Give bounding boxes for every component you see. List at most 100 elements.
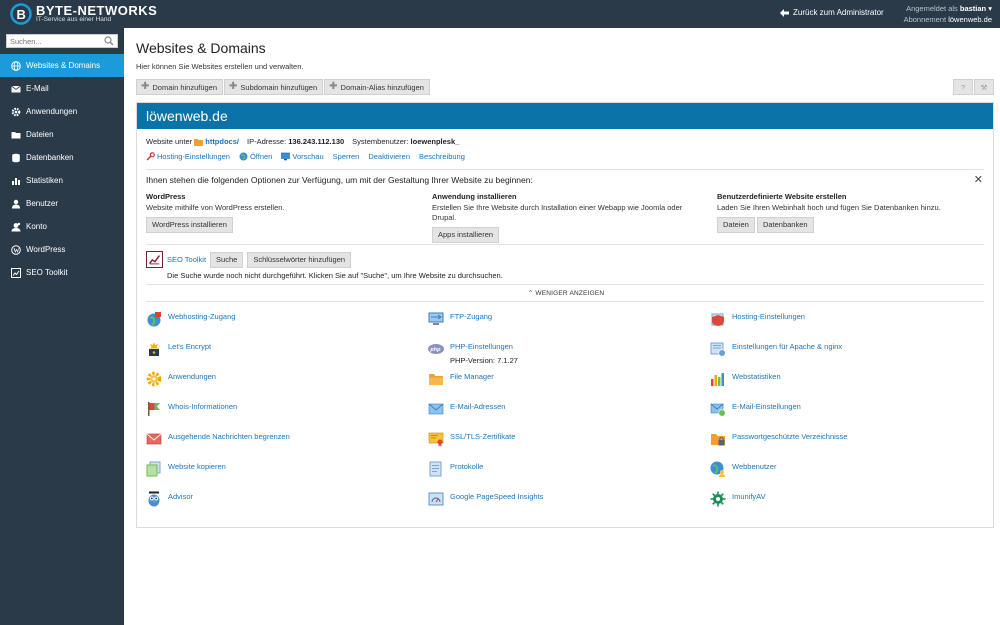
top-bar: B BYTE-NETWORKS IT-Service aus einer Han… [0, 0, 1000, 28]
show-less-toggle[interactable]: ⌃ WENIGER ANZEIGEN [137, 289, 995, 297]
tool-imunifyav[interactable]: ImunifyAV [710, 491, 970, 507]
tool-label: Einstellungen für Apache & nginx [732, 342, 843, 351]
tool-limit-outgoing-messages[interactable]: Ausgehende Nachrichten begrenzen [146, 431, 406, 447]
tool-label: Webstatistiken [732, 372, 781, 381]
tool-copy-website[interactable]: Website kopieren [146, 461, 406, 477]
suspend-link[interactable]: Sperren [333, 152, 360, 161]
tool-lets-encrypt[interactable]: Let's Encrypt [146, 341, 406, 357]
tool-applications[interactable]: Anwendungen [146, 371, 406, 387]
tool-logs[interactable]: Protokolle [428, 461, 688, 477]
user-info: Angemeldet als bastian ▾ Abonnement löwe… [904, 3, 992, 25]
tool-label: Website kopieren [168, 462, 226, 471]
tool-google-pagespeed-insights[interactable]: Google PageSpeed Insights [428, 491, 688, 507]
sidebar-item-statistics[interactable]: Statistiken [0, 169, 124, 192]
tool-ssl-tls-certificates[interactable]: SSL/TLS-Zertifikate [428, 431, 688, 447]
seo-search-button[interactable]: Suche [210, 251, 244, 268]
sidebar-search [6, 34, 118, 48]
ip-value: 136.243.112.130 [288, 137, 345, 146]
whois-flag-icon [148, 402, 160, 416]
sidebar-item-email[interactable]: E-Mail [0, 77, 124, 100]
add-subdomain-label: Subdomain hinzufügen [240, 82, 318, 92]
tool-label: Hosting-Einstellungen [732, 312, 805, 321]
action-label: Öffnen [249, 152, 273, 161]
lets-encrypt-icon [149, 342, 159, 356]
account-icon [11, 222, 21, 231]
tool-advisor[interactable]: Advisor [146, 491, 406, 507]
subscription-value[interactable]: löwenweb.de [948, 15, 992, 24]
help-icon: ? [960, 82, 966, 92]
seo-chart-icon [11, 267, 21, 278]
web-statistics-icon [711, 373, 724, 386]
settings-button[interactable]: ⚒ [974, 79, 994, 95]
option-title: Benutzerdefinierte Website erstellen [717, 192, 847, 201]
tool-email-addresses[interactable]: E-Mail-Adressen [428, 401, 688, 417]
sidebar-item-users[interactable]: Benutzer [0, 192, 124, 215]
seo-toolkit-link[interactable]: SEO Toolkit [167, 255, 206, 264]
description-link[interactable]: Beschreibung [419, 152, 465, 161]
tool-web-statistics[interactable]: Webstatistiken [710, 371, 970, 387]
tool-label: Whois-Informationen [168, 402, 238, 411]
tool-webhosting-access[interactable]: Webhosting-Zugang [146, 311, 406, 327]
install-apps-button[interactable]: Apps installieren [432, 227, 500, 243]
action-label: Sperren [332, 152, 360, 161]
tool-hosting-settings[interactable]: Hosting-Einstellungen [710, 311, 970, 327]
deactivate-link[interactable]: Deaktivieren [368, 152, 410, 161]
search-icon[interactable] [104, 36, 114, 46]
limit-outgoing-messages-icon [146, 433, 162, 445]
option-description: Erstellen Sie Ihre Website durch Install… [432, 203, 683, 222]
sidebar-item-websites-domains[interactable]: Websites & Domains [0, 54, 124, 77]
add-domain-alias-button[interactable]: ✚ Domain-Alias hinzufügen [324, 79, 430, 95]
tool-php-settings[interactable]: php PHP-Einstellungen PHP-Version: 7.1.27 [428, 341, 688, 367]
add-keywords-button[interactable]: Schlüsselwörter hinzufügen [247, 251, 352, 268]
seo-toolkit-icon [146, 251, 163, 268]
add-subdomain-button[interactable]: ✚ Subdomain hinzufügen [224, 79, 324, 95]
back-to-admin-link[interactable]: Zurück zum Administrator [780, 8, 884, 17]
docroot-link[interactable]: httpdocs/ [205, 137, 239, 146]
applications-gear-icon [146, 371, 162, 387]
page-description: Hier können Sie Websites erstellen und v… [136, 62, 304, 71]
tool-label: Google PageSpeed Insights [450, 492, 544, 501]
sidebar-item-seo-toolkit[interactable]: SEO Toolkit [0, 261, 124, 284]
close-icon[interactable]: ✕ [974, 173, 983, 186]
sidebar-item-applications[interactable]: Anwendungen [0, 100, 124, 123]
sidebar-item-wordpress[interactable]: W WordPress [0, 238, 124, 261]
preview-link[interactable]: Vorschau [281, 152, 324, 161]
tool-web-users[interactable]: Webbenutzer [710, 461, 970, 477]
divider [146, 169, 984, 170]
sidebar-item-label: WordPress [26, 245, 66, 254]
svg-text:B: B [17, 7, 26, 22]
tool-file-manager[interactable]: File Manager [428, 371, 688, 387]
sidebar-item-databases[interactable]: Datenbanken [0, 146, 124, 169]
tool-whois-information[interactable]: Whois-Informationen [146, 401, 406, 417]
tool-apache-nginx-settings[interactable]: Einstellungen für Apache & nginx [710, 341, 970, 357]
sidebar-item-account[interactable]: Konto [0, 215, 124, 238]
databases-button[interactable]: Datenbanken [756, 217, 814, 233]
sidebar: Websites & Domains E-Mail Anwendungen Da… [0, 28, 124, 625]
website-label: Website unter [146, 137, 193, 146]
open-link[interactable]: Öffnen [239, 152, 272, 161]
domain-name[interactable]: löwenweb.de [137, 103, 993, 129]
logo[interactable]: B BYTE-NETWORKS IT-Service aus einer Han… [10, 2, 160, 26]
add-domain-alias-label: Domain-Alias hinzufügen [340, 82, 424, 92]
files-button[interactable]: Dateien [717, 217, 755, 233]
tool-label: E-Mail-Einstellungen [732, 402, 801, 411]
user-menu[interactable]: bastian [960, 4, 986, 13]
action-label: Vorschau [292, 152, 324, 161]
install-wordpress-button[interactable]: WordPress installieren [146, 217, 233, 233]
action-label: Beschreibung [419, 152, 465, 161]
chevron-down-icon[interactable]: ▾ [986, 4, 992, 13]
hosting-settings-link[interactable]: Hosting-Einstellungen [146, 152, 230, 161]
tool-label: PHP-Einstellungen PHP-Version: 7.1.27 [450, 341, 518, 367]
tool-email-settings[interactable]: E-Mail-Einstellungen [710, 401, 970, 417]
help-button[interactable]: ? [953, 79, 973, 95]
logo-subtitle: IT-Service aus einer Hand [36, 16, 112, 23]
tool-ftp-access[interactable]: FTP-Zugang [428, 311, 688, 327]
email-addresses-icon [428, 403, 444, 415]
getting-started-intro: Ihnen stehen die folgenden Optionen zur … [146, 175, 533, 185]
sysuser-value: loewenplesk_ [410, 137, 460, 146]
seo-toolkit-row: SEO Toolkit Suche Schlüsselwörter hinzuf… [146, 251, 355, 268]
search-input[interactable] [7, 35, 102, 47]
tool-password-protected-directories[interactable]: Passwortgeschützte Verzeichnisse [710, 431, 970, 447]
sidebar-item-files[interactable]: Dateien [0, 123, 124, 146]
add-domain-button[interactable]: ✚ Domain hinzufügen [136, 79, 224, 95]
